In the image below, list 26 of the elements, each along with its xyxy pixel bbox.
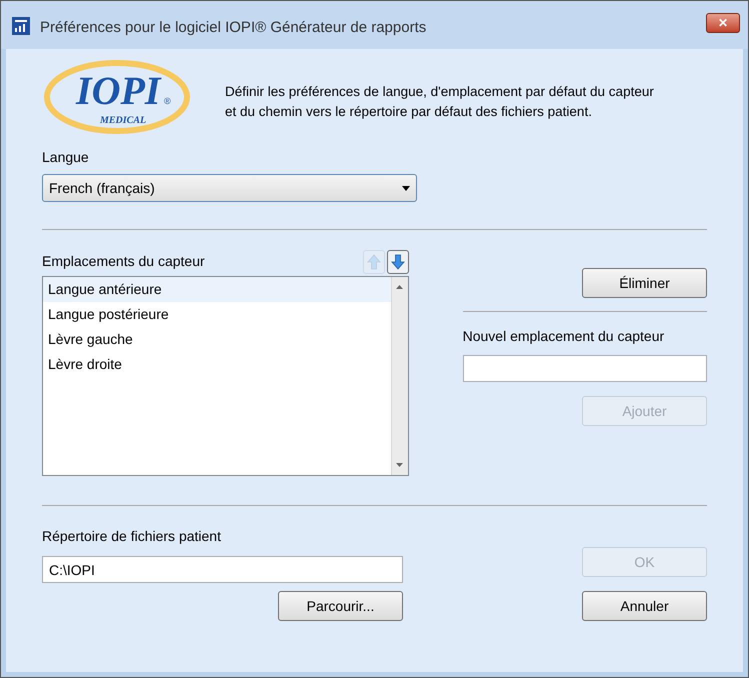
list-item[interactable]: Lèvre droite xyxy=(43,352,391,377)
new-location-label: Nouvel emplacement du capteur xyxy=(462,327,664,346)
browse-button[interactable]: Parcourir... xyxy=(278,591,403,621)
language-dropdown[interactable]: French (français) xyxy=(42,174,417,202)
logo-text: IOPI xyxy=(76,71,160,111)
move-down-button[interactable] xyxy=(386,250,409,274)
list-item[interactable]: Lèvre gauche xyxy=(43,327,391,352)
list-item[interactable]: Langue antérieure xyxy=(43,277,391,302)
logo-mark: ® xyxy=(164,95,171,108)
down-arrow-icon xyxy=(390,254,405,270)
remove-button[interactable]: Éliminer xyxy=(582,268,707,298)
language-label: Langue xyxy=(42,148,89,167)
window-title: Préférences pour le logiciel IOPI® Générateur de rapports xyxy=(40,18,426,38)
new-location-field[interactable] xyxy=(462,355,707,382)
locations-label: Emplacements du capteur xyxy=(42,252,206,271)
scroll-up-icon xyxy=(396,285,404,289)
intro-text: Définir les préférences de langue, d'emplacement par défaut du capteur et du chemin vers le répertoire par défaut des fichiers patient. xyxy=(225,83,655,121)
cancel-button[interactable]: Annuler xyxy=(582,591,707,621)
directory-field[interactable]: C:\IOPI xyxy=(42,556,403,583)
list-item[interactable]: Langue postérieure xyxy=(43,302,391,327)
dropdown-arrow-icon xyxy=(402,186,410,190)
app-icon xyxy=(12,17,30,35)
logo-subtext: MEDICAL xyxy=(100,114,146,128)
scroll-down-icon xyxy=(396,463,404,467)
up-arrow-icon xyxy=(366,254,381,270)
directory-label: Répertoire de fichiers patient xyxy=(42,527,221,546)
